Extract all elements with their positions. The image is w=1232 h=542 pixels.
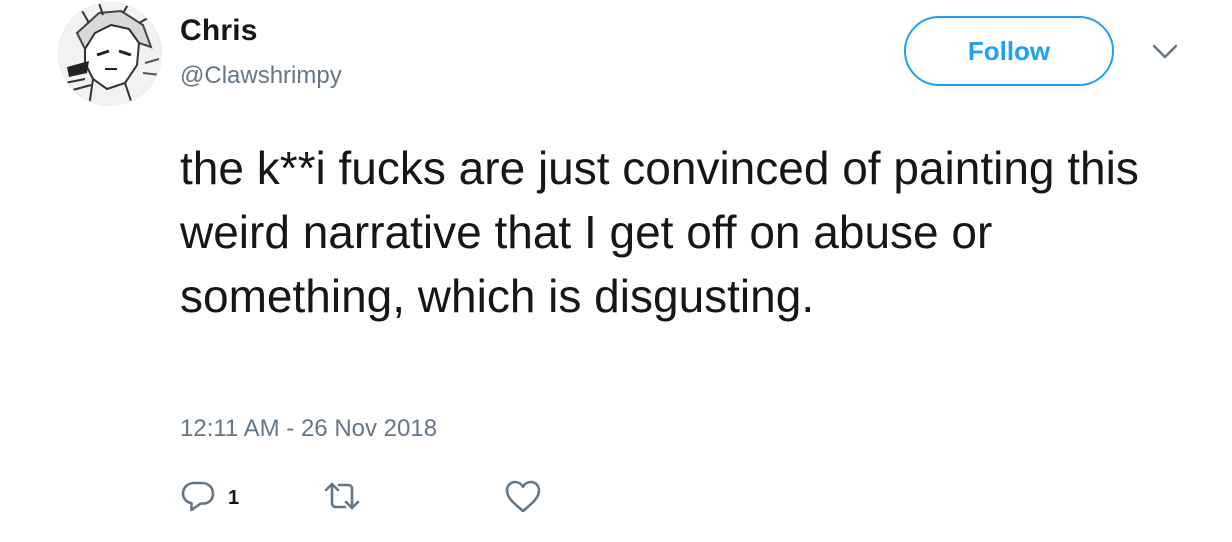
tweet-timestamp[interactable]: 12:11 AM - 26 Nov 2018 [180,415,437,443]
reply-button[interactable]: 1 [180,478,239,518]
screen-name[interactable]: @Clawshrimpy [180,62,342,90]
reply-icon [180,478,216,519]
follow-button[interactable]: Follow [904,16,1114,86]
tweet-card: Chris @Clawshrimpy Follow the k**i fucks… [0,0,1232,542]
anime-character-avatar-icon [59,3,161,105]
tweet-text: the k**i fucks are just convinced of pai… [180,142,1139,322]
like-button[interactable] [504,478,542,518]
reply-count: 1 [228,486,240,509]
avatar[interactable] [58,2,162,106]
heart-icon [504,478,542,519]
display-name[interactable]: Chris [180,14,258,48]
chevron-down-icon[interactable] [1150,40,1180,62]
retweet-icon [322,478,362,519]
retweet-button[interactable] [322,478,362,518]
